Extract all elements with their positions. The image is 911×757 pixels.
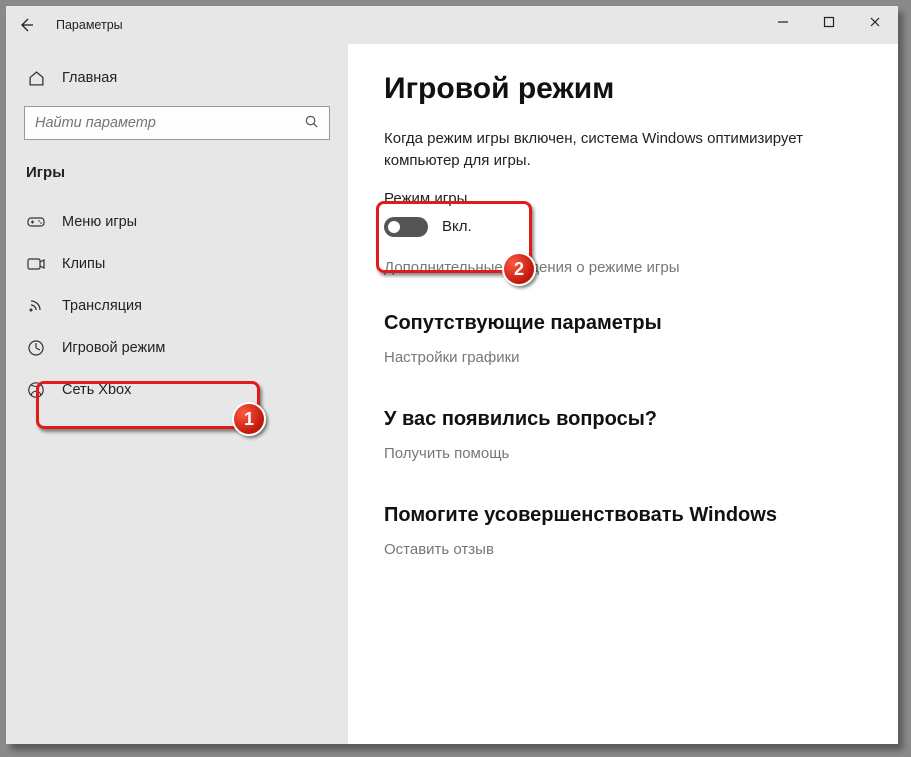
page-title: Игровой режим — [384, 72, 862, 106]
sidebar-item-captures[interactable]: Клипы — [6, 243, 348, 285]
close-button[interactable] — [852, 6, 898, 38]
home-icon — [26, 70, 46, 87]
sidebar-item-broadcasting[interactable]: Трансляция — [6, 285, 348, 327]
titlebar: Параметры — [6, 6, 898, 44]
search-box[interactable] — [24, 106, 330, 140]
maximize-button[interactable] — [806, 6, 852, 38]
annotation-badge-2: 2 — [502, 252, 536, 286]
page-description: Когда режим игры включен, система Window… — [384, 128, 824, 172]
settings-window: Параметры Главная — [6, 6, 898, 744]
window-title: Параметры — [56, 18, 123, 32]
sidebar: Главная Игры — [6, 44, 348, 744]
back-button[interactable] — [6, 6, 46, 44]
sidebar-item-label: Трансляция — [62, 298, 142, 314]
help-heading: У вас появились вопросы? — [384, 408, 862, 431]
toggle-knob — [388, 221, 400, 233]
sidebar-nav: Меню игры Клипы Трансляция — [6, 189, 348, 411]
get-help-link[interactable]: Получить помощь — [384, 445, 862, 462]
sidebar-home[interactable]: Главная — [6, 58, 348, 98]
sidebar-item-label: Клипы — [62, 256, 105, 272]
window-controls — [760, 6, 898, 38]
sidebar-item-label: Меню игры — [62, 214, 137, 230]
graphics-settings-link[interactable]: Настройки графики — [384, 349, 862, 366]
toggle-label: Режим игры — [384, 190, 862, 207]
content-pane: Игровой режим Когда режим игры включен, … — [348, 44, 898, 744]
sidebar-item-xbox-networking[interactable]: Сеть Xbox — [6, 369, 348, 411]
sidebar-item-label: Игровой режим — [62, 340, 165, 356]
broadcast-icon — [26, 298, 46, 314]
minimize-button[interactable] — [760, 6, 806, 38]
annotation-badge-1: 1 — [232, 402, 266, 436]
sidebar-item-game-bar[interactable]: Меню игры — [6, 201, 348, 243]
more-info-link[interactable]: Дополнительные сведения о режиме игры — [384, 259, 862, 276]
captures-icon — [26, 257, 46, 271]
feedback-heading: Помогите усовершенствовать Windows — [384, 504, 862, 527]
sidebar-item-label: Сеть Xbox — [62, 382, 131, 398]
sidebar-category: Игры — [6, 146, 348, 189]
sidebar-home-label: Главная — [62, 70, 117, 86]
related-heading: Сопутствующие параметры — [384, 312, 862, 335]
search-input[interactable] — [35, 115, 285, 131]
toggle-state: Вкл. — [442, 218, 472, 235]
feedback-link[interactable]: Оставить отзыв — [384, 541, 862, 558]
search-icon — [304, 114, 319, 133]
sidebar-item-game-mode[interactable]: Игровой режим — [6, 327, 348, 369]
xbox-icon — [26, 381, 46, 399]
game-mode-icon — [26, 339, 46, 357]
game-mode-toggle[interactable] — [384, 217, 428, 237]
arrow-left-icon — [18, 17, 34, 33]
game-bar-icon — [26, 215, 46, 229]
